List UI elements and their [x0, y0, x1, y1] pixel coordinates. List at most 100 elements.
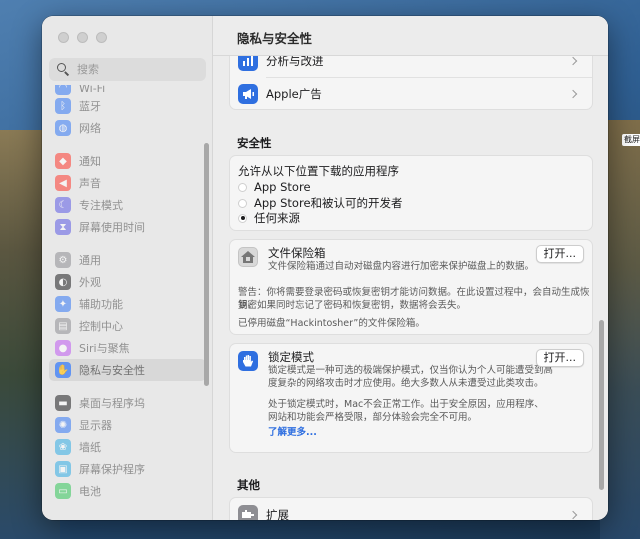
- gear-icon: ⚙: [55, 252, 71, 268]
- security-section-title: 安全性: [237, 136, 272, 150]
- security-card: 允许从以下位置下载的应用程序 App Store App Store和被认可的开…: [229, 155, 593, 231]
- divider: [266, 77, 592, 78]
- sidebar-item-accessibility[interactable]: ✦ 辅助功能: [49, 293, 206, 315]
- battery-icon: ▭: [55, 483, 71, 499]
- chevron-right-icon: [568, 510, 578, 520]
- sidebar-item-wallpaper[interactable]: ❀ 墙纸: [49, 436, 206, 458]
- sidebar-item-label: 电池: [79, 485, 101, 498]
- sidebar-item-sound[interactable]: ◀ 声音: [49, 172, 206, 194]
- sidebar-item-control-center[interactable]: ▤ 控制中心: [49, 315, 206, 337]
- sidebar-item-focus[interactable]: ☾ 专注模式: [49, 194, 206, 216]
- titlebar: 隐私与安全性: [213, 16, 608, 56]
- sidebar-item-wifi[interactable]: ◠ Wi-Fi: [49, 85, 206, 95]
- radio-label: 任何来源: [254, 211, 300, 225]
- moon-icon: ☾: [55, 197, 71, 213]
- filevault-enable-button[interactable]: 打开...: [535, 245, 584, 263]
- sidebar-item-label: 桌面与程序坞: [79, 397, 145, 410]
- radio-app-store-identified[interactable]: App Store和被认可的开发者: [238, 195, 403, 211]
- sidebar-item-label: Wi-Fi: [79, 85, 106, 95]
- sidebar-item-label: 专注模式: [79, 199, 123, 212]
- bell-icon: ◆: [55, 153, 71, 169]
- lockdown-note-line2: 网站和功能会严格受限，部分体验会完全不可用。: [268, 412, 478, 423]
- radio-anywhere[interactable]: 任何来源: [238, 210, 300, 226]
- screensaver-icon: ▣: [55, 461, 71, 477]
- search-field[interactable]: [49, 58, 206, 81]
- content-area: 分析与改进 Apple广告 安全性 允许从以下位置下载的应用程序 App Sto…: [213, 44, 608, 520]
- sidebar-item-privacy-security[interactable]: ✋ 隐私与安全性: [49, 359, 206, 381]
- radio-button[interactable]: [238, 182, 247, 192]
- speaker-icon: ◀: [55, 175, 71, 191]
- wallpaper-icon: ❀: [55, 439, 71, 455]
- main-pane: 隐私与安全性 分析与改进 Apple广告 安全性 允许从以下位置下载的应用程序 …: [213, 16, 608, 520]
- sidebar-item-label: 声音: [79, 177, 101, 190]
- zoom-button[interactable]: [96, 32, 107, 43]
- other-section-title: 其他: [237, 478, 260, 492]
- sidebar-item-notifications[interactable]: ◆ 通知: [49, 150, 206, 172]
- lockdown-card: 锁定模式 锁定模式是一种可选的极端保护模式，仅当你认为个人可能遭受到高 度复杂的…: [229, 343, 593, 453]
- apple-ads-label: Apple广告: [266, 87, 322, 101]
- sidebar-item-label: 通知: [79, 155, 101, 168]
- display-icon: ✺: [55, 417, 71, 433]
- sidebar-item-screen-time[interactable]: ⧗ 屏幕使用时间: [49, 216, 206, 238]
- other-card: 扩展: [229, 497, 593, 520]
- settings-window: ◠ Wi-Fi ᛒ 蓝牙 ◍ 网络 ◆ 通知 ◀ 声音 ☾ 专注模式: [42, 16, 608, 520]
- sidebar-item-label: 屏幕使用时间: [79, 221, 145, 234]
- window-controls: [58, 32, 107, 43]
- lockdown-note-line1: 处于锁定模式时，Mac不会正常工作。出于安全原因，应用程序、: [268, 399, 544, 410]
- download-source-question: 允许从以下位置下载的应用程序: [238, 164, 399, 178]
- sidebar-item-appearance[interactable]: ◐ 外观: [49, 271, 206, 293]
- extensions-row[interactable]: 扩展: [230, 498, 592, 520]
- chevron-right-icon: [568, 89, 578, 99]
- control-center-icon: ▤: [55, 318, 71, 334]
- sidebar-scrollbar[interactable]: [204, 143, 209, 386]
- accessibility-icon: ✦: [55, 296, 71, 312]
- lockdown-enable-button[interactable]: 打开...: [535, 349, 584, 367]
- page-title: 隐私与安全性: [237, 31, 313, 46]
- search-icon: [57, 62, 71, 77]
- sidebar-item-siri[interactable]: ● Siri与聚焦: [49, 337, 206, 359]
- bluetooth-icon: ᛒ: [55, 98, 71, 114]
- dock-icon: ▬: [55, 395, 71, 411]
- filevault-description: 文件保险箱通过自动对磁盘内容进行加密来保护磁盘上的数据。: [268, 261, 535, 272]
- radio-app-store[interactable]: App Store: [238, 180, 311, 194]
- filevault-card: 文件保险箱 文件保险箱通过自动对磁盘内容进行加密来保护磁盘上的数据。 打开...…: [229, 239, 593, 335]
- sidebar-item-label: 外观: [79, 276, 101, 289]
- apple-ads-row[interactable]: Apple广告: [230, 81, 592, 107]
- lockdown-hand-icon: [238, 351, 258, 371]
- wifi-icon: ◠: [55, 85, 71, 95]
- megaphone-icon: [238, 84, 258, 104]
- sidebar: ◠ Wi-Fi ᛒ 蓝牙 ◍ 网络 ◆ 通知 ◀ 声音 ☾ 专注模式: [42, 16, 213, 520]
- sidebar-item-label: 隐私与安全性: [79, 364, 145, 377]
- desktop-file-label[interactable]: 截屏: [622, 134, 640, 146]
- sidebar-item-screensaver[interactable]: ▣ 屏幕保护程序: [49, 458, 206, 480]
- filevault-status: 已停用磁盘“Hackintosher”的文件保险箱。: [238, 318, 425, 329]
- learn-more-link[interactable]: 了解更多...: [268, 424, 317, 438]
- hourglass-icon: ⧗: [55, 219, 71, 235]
- sidebar-item-label: 蓝牙: [79, 100, 101, 113]
- hand-icon: ✋: [55, 362, 71, 378]
- minimize-button[interactable]: [77, 32, 88, 43]
- main-scrollbar[interactable]: [599, 320, 604, 490]
- appearance-icon: ◐: [55, 274, 71, 290]
- sidebar-item-label: 网络: [79, 122, 101, 135]
- siri-icon: ●: [55, 340, 71, 356]
- sidebar-item-network[interactable]: ◍ 网络: [49, 117, 206, 139]
- sidebar-item-general[interactable]: ⚙ 通用: [49, 249, 206, 271]
- sidebar-item-label: Siri与聚焦: [79, 342, 130, 355]
- sidebar-item-battery[interactable]: ▭ 电池: [49, 480, 206, 502]
- filevault-icon: [238, 247, 258, 267]
- lockdown-desc-line1: 锁定模式是一种可选的极端保护模式，仅当你认为个人可能遭受到高: [268, 365, 554, 376]
- sidebar-item-label: 墙纸: [79, 441, 101, 454]
- chevron-right-icon: [568, 56, 578, 66]
- sidebar-item-displays[interactable]: ✺ 显示器: [49, 414, 206, 436]
- radio-button[interactable]: [238, 198, 247, 208]
- sidebar-item-bluetooth[interactable]: ᛒ 蓝牙: [49, 95, 206, 117]
- filevault-warning-line2: 钥。如果同时忘记了密码和恢复密钥，数据将会丢失。: [238, 300, 467, 311]
- sidebar-item-label: 通用: [79, 254, 101, 267]
- extensions-icon: [238, 505, 258, 520]
- search-input[interactable]: [77, 63, 197, 76]
- sidebar-item-desktop-dock[interactable]: ▬ 桌面与程序坞: [49, 392, 206, 414]
- radio-button-selected[interactable]: [238, 213, 247, 223]
- lockdown-desc-line2: 度复杂的网络攻击时才应使用。绝大多数人从未遭受过此类攻击。: [268, 378, 544, 389]
- close-button[interactable]: [58, 32, 69, 43]
